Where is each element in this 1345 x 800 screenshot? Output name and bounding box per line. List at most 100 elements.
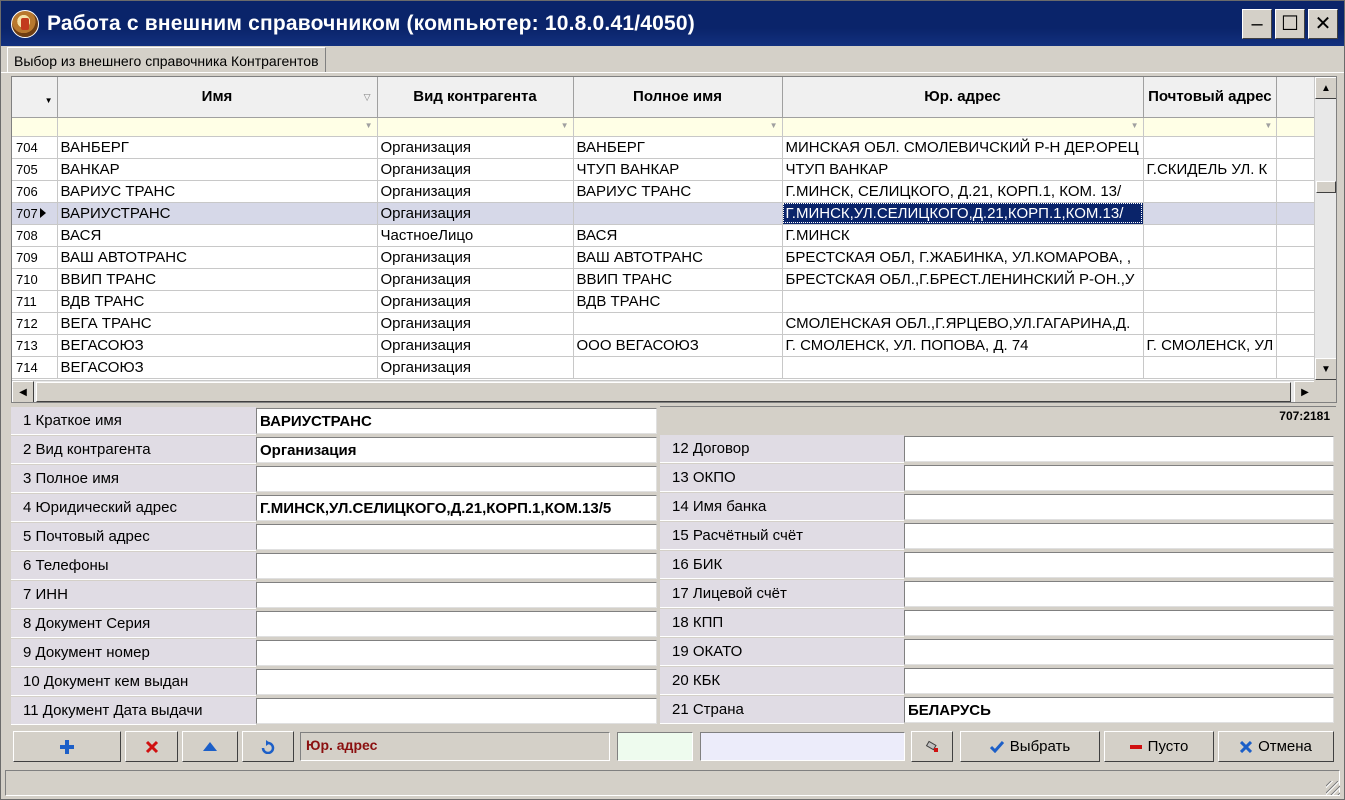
filter-postal-address[interactable]: ▼ [1143, 117, 1278, 137]
add-button[interactable] [13, 731, 121, 762]
table-row[interactable]: 711 ВДВ ТРАНС Организация ВДВ ТРАНС [12, 290, 1318, 313]
cell-name[interactable]: ВАНКАР [57, 158, 378, 181]
detail-value-field[interactable] [256, 640, 657, 666]
cell-addr[interactable]: Г. СМОЛЕНСК, УЛ. ПОПОВА, Д. 74 [782, 334, 1144, 357]
table-row[interactable]: 714 ВЕГАСОЮЗ Организация [12, 356, 1318, 379]
vertical-scroll-thumb[interactable] [1316, 181, 1336, 193]
cell-name[interactable]: ВАСЯ [57, 224, 378, 247]
cell-kind[interactable]: Организация [377, 180, 574, 203]
cell-kind[interactable]: Организация [377, 268, 574, 291]
table-row[interactable]: 705 ВАНКАР Организация ЧТУП ВАНКАР ЧТУП ВАНК… [12, 158, 1318, 181]
cell-full[interactable]: ООО ВЕГАСОЮЗ [573, 334, 783, 357]
select-button[interactable]: Выбрать [960, 731, 1100, 762]
cell-kind[interactable]: Организация [377, 290, 574, 313]
detail-value-field[interactable] [904, 436, 1334, 462]
search-input[interactable] [700, 732, 905, 761]
filter-dropdown-icon[interactable]: ▼ [365, 121, 373, 130]
close-button[interactable]: ✕ [1308, 9, 1338, 39]
cell-post[interactable] [1143, 202, 1278, 225]
cell-post[interactable]: Г. СМОЛЕНСК, УЛ [1143, 334, 1278, 357]
cell-kind[interactable]: Организация [377, 312, 574, 335]
cell-addr[interactable]: Г.МИНСК, СЕЛИЦКОГО, Д.21, КОРП.1, КОМ. 1… [782, 180, 1144, 203]
detail-value-field[interactable] [904, 610, 1334, 636]
cell-addr[interactable]: МИНСКАЯ ОБЛ. СМОЛЕВИЧСКИЙ Р-Н ДЕР.ОРЕЦ [782, 136, 1144, 159]
table-row[interactable]: 710 ВВИП ТРАНС Организация ВВИП ТРАНС БРЕСТС… [12, 268, 1318, 291]
refresh-button[interactable] [242, 731, 294, 762]
cell-post[interactable]: Г.СКИДЕЛЬ УЛ. К [1143, 158, 1278, 181]
column-header-fullname[interactable]: Полное имя [573, 77, 783, 118]
cell-name[interactable]: ВАНБЕРГ [57, 136, 378, 159]
column-header-postal-address[interactable]: Почтовый адрес [1143, 77, 1278, 118]
resize-grip-icon[interactable] [1326, 781, 1340, 795]
cell-addr[interactable] [782, 356, 1144, 379]
code-input[interactable] [617, 732, 693, 761]
title-bar[interactable]: Работа с внешним справочником (компьютер… [1, 1, 1344, 46]
cell-name[interactable]: ВАШ АВТОТРАНС [57, 246, 378, 269]
cell-post[interactable] [1143, 180, 1278, 203]
detail-value-field[interactable]: ВАРИУСТРАНС [256, 408, 657, 434]
tab-external-directory[interactable]: Выбор из внешнего справочника Контрагент… [7, 47, 326, 73]
table-row[interactable]: 712 ВЕГА ТРАНС Организация СМОЛЕНСКАЯ ОБЛ.,… [12, 312, 1318, 335]
horizontal-scroll-thumb[interactable] [36, 382, 1291, 402]
detail-value-field[interactable] [904, 494, 1334, 520]
scroll-right-icon[interactable]: ▶ [1294, 381, 1316, 402]
cell-full[interactable] [573, 202, 783, 225]
horizontal-scrollbar[interactable]: ◀ ▶ [12, 380, 1316, 402]
filter-legal-address[interactable]: ▼ [782, 117, 1144, 137]
detail-value-field[interactable] [904, 465, 1334, 491]
cell-addr[interactable] [782, 290, 1144, 313]
cell-kind[interactable]: Организация [377, 356, 574, 379]
cell-post[interactable] [1143, 312, 1278, 335]
scroll-left-icon[interactable]: ◀ [12, 381, 34, 402]
cell-addr[interactable]: Г.МИНСК [782, 224, 1144, 247]
table-row[interactable]: 709 ВАШ АВТОТРАНС Организация ВАШ АВТОТРАНС… [12, 246, 1318, 269]
detail-value-field[interactable] [256, 582, 657, 608]
filter-fullname[interactable]: ▼ [573, 117, 783, 137]
cell-full[interactable] [573, 312, 783, 335]
cell-addr[interactable]: ЧТУП ВАНКАР [782, 158, 1144, 181]
vertical-scrollbar[interactable]: ▲ ▼ [1314, 77, 1336, 380]
cell-full[interactable]: ВВИП ТРАНС [573, 268, 783, 291]
detail-value-field[interactable] [256, 611, 657, 637]
cell-addr[interactable]: СМОЛЕНСКАЯ ОБЛ.,Г.ЯРЦЕВО,УЛ.ГАГАРИНА,Д. [782, 312, 1144, 335]
detail-value-field[interactable] [256, 669, 657, 695]
cell-full[interactable]: ВАСЯ [573, 224, 783, 247]
cell-kind[interactable]: Организация [377, 334, 574, 357]
cell-post[interactable] [1143, 246, 1278, 269]
filter-kind[interactable]: ▼ [377, 117, 574, 137]
minimize-button[interactable]: – [1242, 9, 1272, 39]
scroll-down-icon[interactable]: ▼ [1315, 358, 1336, 380]
cell-post[interactable] [1143, 268, 1278, 291]
filter-name[interactable]: ▼ [57, 117, 378, 137]
cell-name[interactable]: ВЕГА ТРАНС [57, 312, 378, 335]
cell-kind[interactable]: Организация [377, 246, 574, 269]
contractors-grid[interactable]: ▼ Имя ▽ Вид контрагента Полное имя Юр. ад… [11, 76, 1337, 403]
cell-full[interactable]: ЧТУП ВАНКАР [573, 158, 783, 181]
cell-kind[interactable]: Организация [377, 158, 574, 181]
column-header-name[interactable]: Имя ▽ [57, 77, 378, 118]
cell-name[interactable]: ВВИП ТРАНС [57, 268, 378, 291]
cell-kind[interactable]: Организация [377, 136, 574, 159]
filter-dropdown-icon[interactable]: ▼ [561, 121, 569, 130]
filter-dropdown-icon[interactable]: ▼ [1264, 121, 1272, 130]
table-row[interactable]: 704 ВАНБЕРГ Организация ВАНБЕРГ МИНСКАЯ ОБЛ.… [12, 136, 1318, 159]
cancel-button[interactable]: Отмена [1218, 731, 1334, 762]
cell-addr[interactable]: БРЕСТСКАЯ ОБЛ.,Г.БРЕСТ.ЛЕНИНСКИЙ Р-ОН.,У [782, 268, 1144, 291]
table-row[interactable]: 707 ВАРИУСТРАНС Организация Г.МИНСК,УЛ.СЕЛИ… [12, 202, 1318, 225]
table-row[interactable]: 713 ВЕГАСОЮЗ Организация ООО ВЕГАСОЮЗ Г. СМО… [12, 334, 1318, 357]
detail-value-field[interactable]: БЕЛАРУСЬ [904, 697, 1334, 723]
maximize-button[interactable]: ☐ [1275, 9, 1305, 39]
grid-corner-header[interactable]: ▼ [12, 77, 58, 118]
cell-full[interactable]: ВАШ АВТОТРАНС [573, 246, 783, 269]
cell-full[interactable] [573, 356, 783, 379]
delete-button[interactable] [125, 731, 178, 762]
cell-post[interactable] [1143, 136, 1278, 159]
move-up-button[interactable] [182, 731, 238, 762]
cell-addr[interactable]: Г.МИНСК,УЛ.СЕЛИЦКОГО,Д.21,КОРП.1,КОМ.13/ [782, 202, 1144, 225]
cell-kind[interactable]: Организация [377, 202, 574, 225]
detail-value-field[interactable] [904, 552, 1334, 578]
table-row[interactable]: 706 ВАРИУС ТРАНС Организация ВАРИУС ТРАНС Г.… [12, 180, 1318, 203]
detail-value-field[interactable] [904, 523, 1334, 549]
filter-dropdown-icon[interactable]: ▼ [1131, 121, 1139, 130]
cell-full[interactable]: ВАНБЕРГ [573, 136, 783, 159]
